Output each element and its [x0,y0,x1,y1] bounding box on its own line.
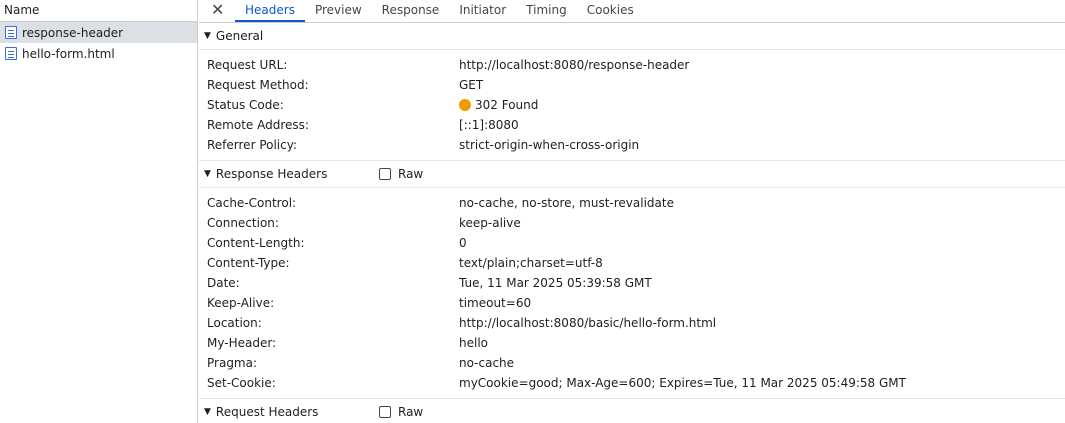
details-tab-bar: ✕ Headers Preview Response Initiator Tim… [199,0,1065,23]
general-section-header[interactable]: ▼ General [199,23,1065,50]
request-details-panel: ✕ Headers Preview Response Initiator Tim… [199,0,1065,423]
tab-initiator[interactable]: Initiator [449,0,516,22]
header-row: Date: Tue, 11 Mar 2025 05:39:58 GMT [207,273,1065,293]
header-value[interactable]: text/plain;charset=utf-8 [459,256,603,270]
request-item-response-header[interactable]: response-header [0,22,197,43]
header-value[interactable]: no-cache, no-store, must-revalidate [459,196,674,210]
close-icon[interactable]: ✕ [211,1,224,19]
expand-triangle-icon: ▼ [204,407,211,417]
header-row: Pragma: no-cache [207,353,1065,373]
request-item-label: hello-form.html [22,46,115,61]
header-row: Connection: keep-alive [207,213,1065,233]
name-column-header[interactable]: Name [0,0,197,22]
header-row: Location: http://localhost:8080/basic/hel… [207,313,1065,333]
tab-preview[interactable]: Preview [305,0,372,22]
header-row: Remote Address: [::1]:8080 [207,115,1065,135]
request-list-panel: Name response-header hello-form.html [0,0,198,423]
header-value[interactable]: keep-alive [459,216,521,230]
header-key: Request Method: [207,78,309,92]
header-key: Request URL: [207,58,288,72]
header-row: Request URL: http://localhost:8080/respon… [207,55,1065,75]
header-value[interactable]: hello [459,336,488,350]
header-row: Keep-Alive: timeout=60 [207,293,1065,313]
header-key: Content-Length: [207,236,305,250]
header-row: Content-Type: text/plain;charset=utf-8 [207,253,1065,273]
header-value[interactable]: no-cache [459,356,514,370]
section-title: Response Headers [215,167,328,181]
response-headers-section-header[interactable]: ▼ Response Headers Raw [199,161,1065,188]
response-headers-section-body: Cache-Control: no-cache, no-store, must-r… [199,188,1065,399]
header-key: Cache-Control: [207,196,297,210]
raw-checkbox[interactable] [379,406,391,418]
header-key: Set-Cookie: [207,376,276,390]
document-icon [5,26,17,39]
header-value[interactable]: 0 [459,236,467,250]
expand-triangle-icon: ▼ [204,31,211,41]
section-title: Request Headers [215,405,319,419]
header-value[interactable]: timeout=60 [459,296,531,310]
request-item-hello-form[interactable]: hello-form.html [0,43,197,64]
status-dot-icon [459,99,471,111]
header-value[interactable]: Tue, 11 Mar 2025 05:39:58 GMT [459,276,652,290]
header-key: Referrer Policy: [207,138,297,152]
header-row: My-Header: hello [207,333,1065,353]
section-title: General [215,29,264,43]
request-item-label: response-header [22,25,124,40]
header-key: Date: [207,276,240,290]
header-row: Set-Cookie: myCookie=good; Max-Age=600; E… [207,373,1065,393]
header-value[interactable]: 302 Found [459,98,538,112]
header-key: Pragma: [207,356,258,370]
header-key: Content-Type: [207,256,290,270]
raw-checkbox[interactable] [379,168,391,180]
raw-toggle[interactable]: Raw [379,167,423,181]
tab-headers[interactable]: Headers [235,0,305,22]
header-value[interactable]: myCookie=good; Max-Age=600; Expires=Tue,… [459,376,906,390]
general-section-body: Request URL: http://localhost:8080/respon… [199,50,1065,161]
header-value[interactable]: strict-origin-when-cross-origin [459,138,639,152]
raw-label: Raw [398,167,424,181]
request-headers-section-header[interactable]: ▼ Request Headers Raw [199,399,1065,423]
header-value[interactable]: http://localhost:8080/basic/hello-form.h… [459,316,716,330]
header-value[interactable]: http://localhost:8080/response-header [459,58,689,72]
raw-label: Raw [398,405,424,419]
tab-cookies[interactable]: Cookies [577,0,644,22]
header-key: My-Header: [207,336,277,350]
header-key: Remote Address: [207,118,309,132]
header-value[interactable]: [::1]:8080 [459,118,519,132]
tab-response[interactable]: Response [372,0,450,22]
status-text: 302 Found [475,98,539,112]
tab-timing[interactable]: Timing [516,0,577,22]
header-row: Status Code: 302 Found [207,95,1065,115]
header-value[interactable]: GET [459,78,483,92]
header-key: Connection: [207,216,279,230]
header-key: Location: [207,316,262,330]
raw-toggle[interactable]: Raw [379,405,423,419]
document-icon [5,47,17,60]
header-key: Status Code: [207,98,284,112]
header-row: Referrer Policy: strict-origin-when-cross… [207,135,1065,155]
header-row: Cache-Control: no-cache, no-store, must-r… [207,193,1065,213]
header-row: Request Method: GET [207,75,1065,95]
expand-triangle-icon: ▼ [204,169,211,179]
header-row: Content-Length: 0 [207,233,1065,253]
header-key: Keep-Alive: [207,296,275,310]
